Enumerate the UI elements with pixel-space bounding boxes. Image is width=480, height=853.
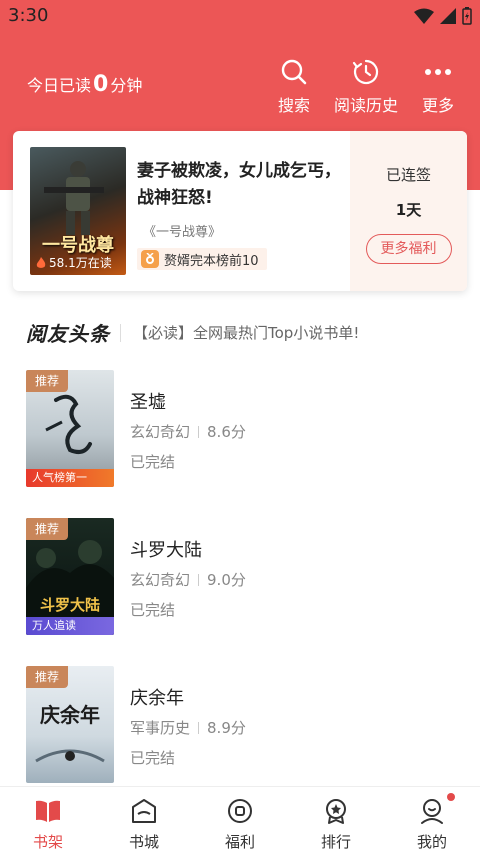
nav-ranking-label: 排行: [320, 833, 351, 851]
book-meta: 军事历史 8.9分: [130, 717, 246, 738]
cover-label: 人气榜第一: [26, 469, 114, 487]
battery-icon: [462, 7, 472, 25]
profile-icon: [421, 799, 443, 824]
search-icon: [281, 59, 307, 85]
more-button[interactable]: 更多: [403, 58, 473, 116]
featured-book-cover[interactable]: 一号战尊 58.1万在读: [30, 147, 126, 275]
meta-divider: [198, 425, 200, 438]
svg-text:斗罗大陆: 斗罗大陆: [40, 596, 100, 614]
search-label: 搜索: [277, 96, 310, 115]
book-score: 8.6分: [207, 423, 246, 441]
book-title: 斗罗大陆: [130, 540, 202, 561]
today-read-suffix: 分钟: [110, 76, 143, 95]
more-welfare-button[interactable]: 更多福利: [365, 234, 452, 264]
reading-history-label: 阅读历史: [333, 96, 398, 115]
status-bar: 3:30: [0, 0, 480, 34]
soldier-illustration: [44, 161, 104, 235]
more-dots-icon: [425, 69, 451, 75]
book-status: 已完结: [130, 601, 176, 619]
nav-ranking[interactable]: 排行: [288, 787, 384, 853]
book-meta: 玄幻奇幻 8.6分: [130, 421, 246, 442]
signed-label: 已连签: [385, 166, 431, 184]
book-title: 庆余年: [130, 688, 184, 709]
book-status: 已完结: [130, 749, 176, 767]
book-item[interactable]: 斗罗大陆 推荐 万人追读 斗罗大陆 玄幻奇幻 9.0分 已完结: [26, 518, 466, 636]
cover-label: 万人追读: [26, 617, 114, 635]
search-button[interactable]: 搜索: [259, 58, 329, 116]
book-cover[interactable]: 庆余年 推荐: [26, 666, 114, 783]
recommend-tag: 推荐: [26, 370, 68, 392]
bottom-navigation: 书架 书城 福利 排行 我的: [0, 786, 480, 853]
medal-icon: [141, 250, 159, 268]
wifi-icon: [414, 8, 434, 24]
reading-history-button[interactable]: 阅读历史: [331, 58, 401, 116]
svg-text:庆余年: 庆余年: [40, 703, 100, 727]
nav-bookstore[interactable]: 书城: [96, 787, 192, 853]
flame-icon: [36, 256, 46, 268]
featured-readers-count: 58.1万在读: [49, 256, 112, 270]
book-genre: 军事历史: [130, 719, 191, 737]
book-score: 8.9分: [207, 719, 246, 737]
welfare-icon: [228, 799, 252, 823]
nav-profile-label: 我的: [416, 833, 447, 851]
status-icons: [414, 7, 472, 25]
today-read-time: 今日已读 0 分钟: [27, 72, 142, 97]
featured-book-card[interactable]: 一号战尊 58.1万在读 妻子被欺凌，女儿成乞丐，战神狂怒! 《一号战尊》 赘婿…: [13, 131, 467, 291]
featured-rank-text: 赘婿完本榜前10: [164, 253, 259, 269]
nav-bookshelf[interactable]: 书架: [0, 787, 96, 853]
headline-divider: [120, 323, 121, 342]
nav-bookshelf-label: 书架: [32, 833, 63, 851]
notification-dot: [447, 793, 455, 801]
status-time: 3:30: [8, 5, 49, 26]
book-genre: 玄幻奇幻: [130, 423, 191, 441]
headline-brand: 阅友头条: [26, 322, 110, 346]
featured-book-name: 《一号战尊》: [143, 225, 222, 240]
book-status: 已完结: [130, 453, 176, 471]
sign-in-panel: 已连签 1天 更多福利: [350, 131, 467, 291]
today-read-prefix: 今日已读: [27, 76, 92, 95]
book-genre: 玄幻奇幻: [130, 571, 191, 589]
meta-divider: [198, 573, 200, 586]
signal-icon: [440, 8, 456, 24]
book-item[interactable]: 庆余年 推荐 庆余年 军事历史 8.9分 已完结: [26, 666, 466, 784]
recommend-tag: 推荐: [26, 666, 68, 688]
featured-rank-badge: 赘婿完本榜前10: [137, 248, 267, 270]
book-cover[interactable]: 推荐 人气榜第一: [26, 370, 114, 487]
bookstore-icon: [132, 799, 156, 823]
featured-headline[interactable]: 妻子被欺凌，女儿成乞丐，战神狂怒!: [137, 158, 347, 212]
book-meta: 玄幻奇幻 9.0分: [130, 569, 246, 590]
meta-divider: [198, 721, 200, 734]
book-cover[interactable]: 斗罗大陆 推荐 万人追读: [26, 518, 114, 635]
history-icon: [352, 59, 379, 85]
book-score: 9.0分: [207, 571, 246, 589]
bookshelf-icon: [36, 800, 60, 822]
ranking-icon: [326, 799, 346, 824]
nav-welfare-label: 福利: [224, 833, 255, 851]
signed-days: 1天: [395, 201, 422, 219]
reader-headline-bar[interactable]: 阅友头条 【必读】全网最热门Top小说书单!: [26, 318, 359, 347]
nav-profile[interactable]: 我的: [384, 787, 480, 853]
book-item[interactable]: 推荐 人气榜第一 圣墟 玄幻奇幻 8.6分 已完结: [26, 370, 466, 488]
nav-welfare[interactable]: 福利: [192, 787, 288, 853]
today-read-minutes: 0: [93, 72, 109, 97]
headline-text: 【必读】全网最热门Top小说书单!: [133, 324, 360, 342]
book-title: 圣墟: [130, 392, 166, 413]
recommend-tag: 推荐: [26, 518, 68, 540]
featured-readers: 58.1万在读: [36, 254, 112, 271]
nav-bookstore-label: 书城: [128, 833, 159, 851]
more-label: 更多: [421, 96, 454, 115]
